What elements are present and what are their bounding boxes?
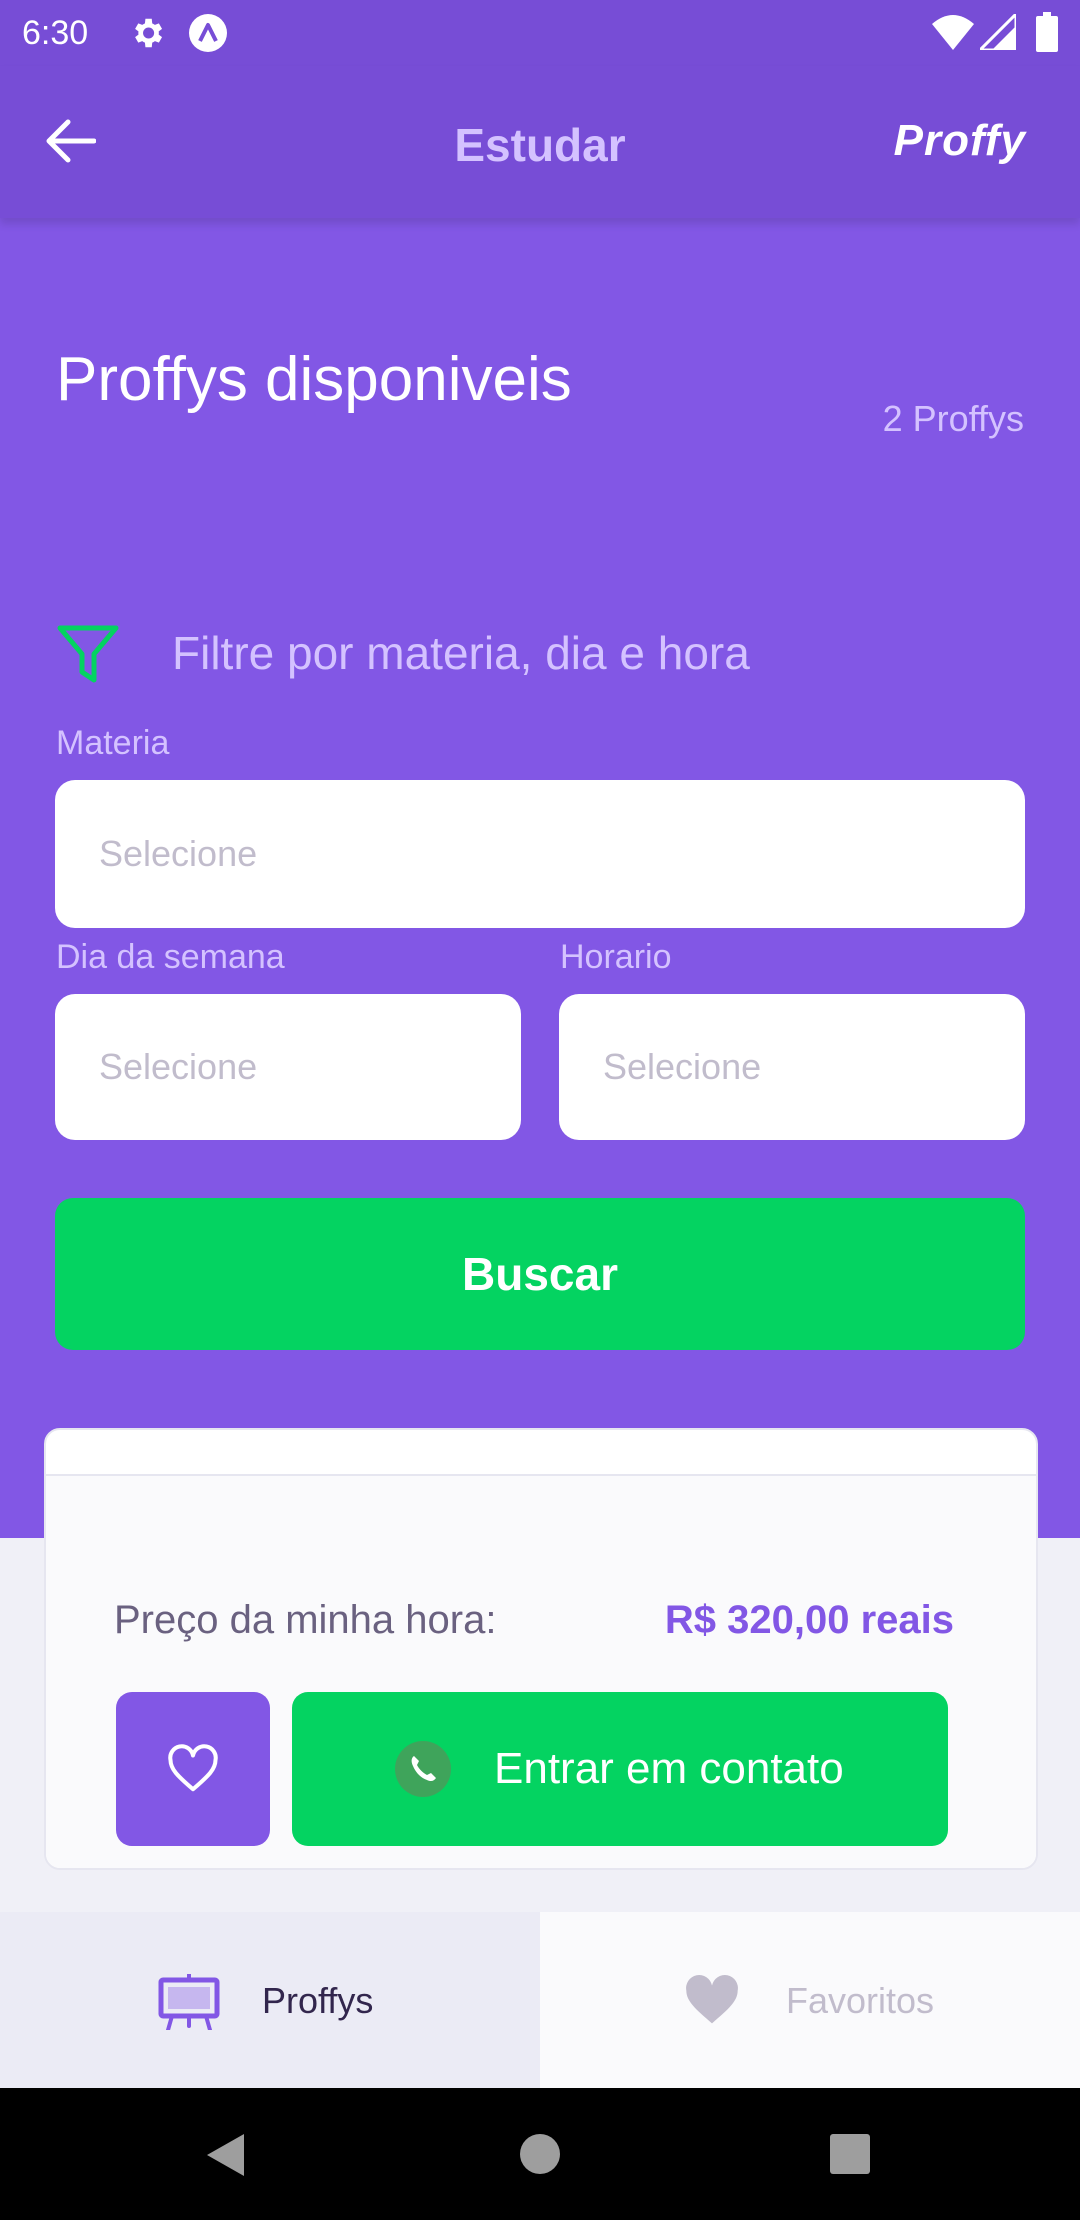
brand-logo: Proffy [893,116,1026,165]
app-notification-icon [189,14,227,52]
weekday-select-placeholder: Selecione [99,1046,258,1087]
subject-select[interactable]: Selecione [55,780,1025,928]
filter-toggle-label: Filtre por materia, dia e hora [172,627,750,679]
subject-label: Materia [56,724,170,762]
time-label: Horario [560,938,672,976]
contact-button[interactable]: Entrar em contato [292,1692,948,1846]
heart-outline-icon [168,1744,218,1792]
hero-heading: Proffys disponiveis [56,345,572,414]
weekday-label: Dia da semana [56,938,285,976]
nav-back-icon[interactable] [204,2132,246,2178]
filter-icon [57,625,119,683]
subject-select-placeholder: Selecione [99,833,258,874]
teacher-card-footer: Preço da minha hora: R$ 320,00 reais Ent… [46,1474,1036,1868]
status-time: 6:30 [22,14,89,52]
whatsapp-icon [395,1741,451,1797]
heart-icon [686,1975,738,2024]
nav-recents-icon[interactable] [830,2134,870,2174]
price-value: R$ 320,00 reais [664,1598,954,1642]
filter-toggle[interactable]: Filtre por materia, dia e hora [56,608,1024,698]
search-button[interactable]: Buscar [55,1198,1025,1350]
time-select[interactable]: Selecione [559,994,1025,1140]
nav-home-icon[interactable] [518,2132,562,2176]
proffys-count: 2 Proffys [882,398,1024,439]
tab-favorites[interactable]: Favoritos [540,1912,1080,2088]
teacher-card: Preço da minha hora: R$ 320,00 reais Ent… [44,1428,1038,1870]
battery-icon [1036,12,1058,52]
easel-icon [158,1974,220,2030]
signal-icon [980,14,1016,50]
tab-favorites-label: Favoritos [786,1980,935,2021]
wifi-icon [932,15,974,50]
time-select-placeholder: Selecione [603,1046,762,1087]
contact-button-label: Entrar em contato [494,1744,844,1793]
search-hero: Proffys disponiveis 2 Proffys Filtre por… [0,218,1080,1538]
gear-icon [135,18,163,48]
price-label: Preço da minha hora: [114,1598,497,1642]
tab-proffys[interactable]: Proffys [0,1912,540,2088]
app-header: Estudar Proffy [0,66,1080,218]
tab-proffys-label: Proffys [262,1980,374,2021]
bottom-tab-bar: Proffys Favoritos [0,1912,1080,2088]
favorite-button[interactable] [116,1692,270,1846]
weekday-select[interactable]: Selecione [55,994,521,1140]
system-nav-bar [0,2088,1080,2220]
status-bar: 6:30 [0,0,1080,66]
